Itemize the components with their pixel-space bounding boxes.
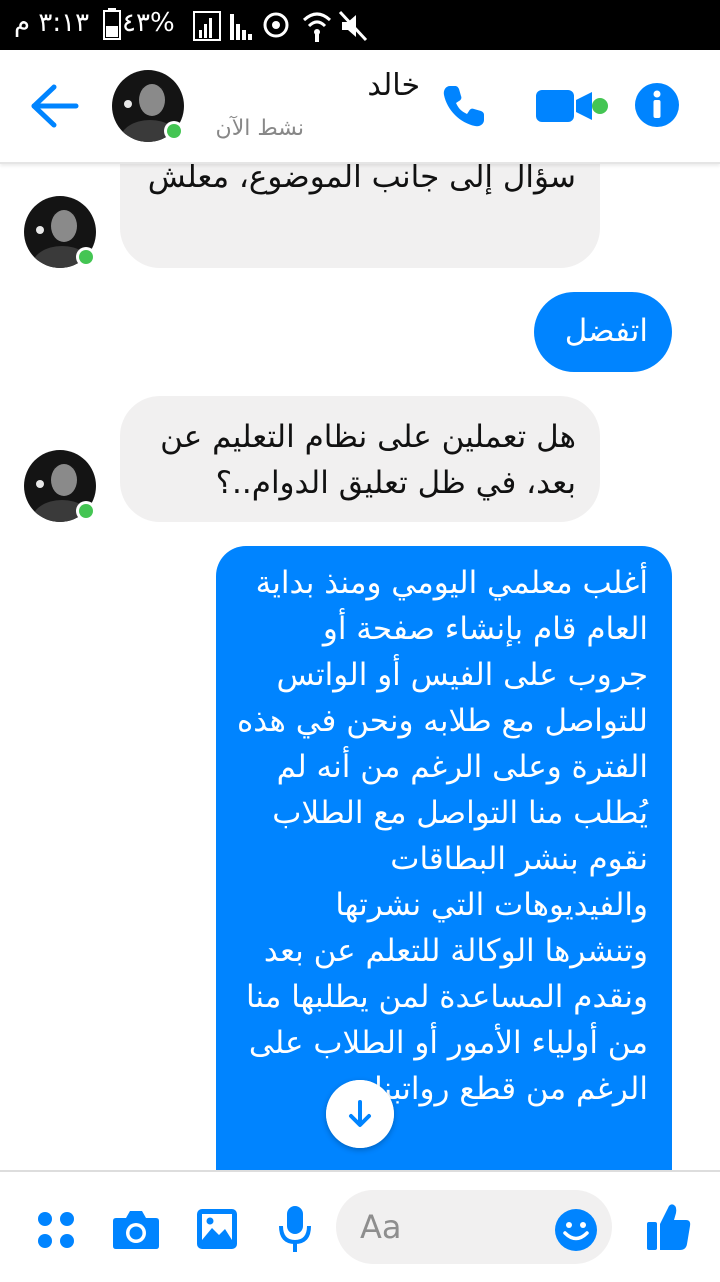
sender-avatar[interactable] [24, 196, 96, 268]
contact-status: نشط الآن [215, 116, 304, 141]
message-list[interactable]: سؤال إلى جانب الموضوع، معلش اتفضل هل تعم… [0, 162, 720, 1170]
more-apps-icon[interactable] [36, 1210, 76, 1250]
online-indicator [167, 124, 181, 138]
signal-icon-1 [193, 11, 221, 41]
scroll-to-bottom-button[interactable] [326, 1080, 394, 1148]
signal-icon-2 [230, 14, 252, 40]
contact-name[interactable]: خالد [320, 68, 420, 103]
back-arrow-icon[interactable] [30, 83, 80, 129]
status-time: ٣:١٣ م [14, 8, 90, 38]
camera-icon[interactable] [112, 1208, 160, 1250]
video-call-icon[interactable] [534, 86, 610, 126]
status-bar: ٣:١٣ م %٤٣ [0, 0, 720, 50]
info-icon[interactable] [634, 82, 680, 128]
battery-icon [103, 8, 121, 40]
wifi-icon [302, 12, 332, 42]
outgoing-message[interactable]: اتفضل [534, 292, 672, 372]
sender-avatar[interactable] [24, 450, 96, 522]
contact-avatar[interactable] [112, 70, 184, 142]
incoming-message[interactable]: سؤال إلى جانب الموضوع، معلش [120, 162, 600, 268]
video-active-indicator [592, 98, 608, 114]
microphone-icon[interactable] [278, 1204, 312, 1254]
incoming-message[interactable]: هل تعملين على نظام التعليم عن بعد، في ظل… [120, 396, 600, 522]
message-composer [0, 1170, 720, 1282]
data-saver-icon [263, 12, 289, 38]
phone-call-icon[interactable] [440, 82, 488, 130]
status-icons [103, 8, 368, 42]
outgoing-message[interactable]: أغلب معلمي اليومي ومنذ بداية العام قام ب… [216, 546, 672, 1170]
conversation-header: خالد نشط الآن [0, 50, 720, 164]
mute-icon [338, 10, 368, 42]
emoji-icon[interactable] [554, 1208, 598, 1252]
gallery-icon[interactable] [196, 1208, 238, 1250]
thumbs-up-icon[interactable] [646, 1202, 692, 1252]
